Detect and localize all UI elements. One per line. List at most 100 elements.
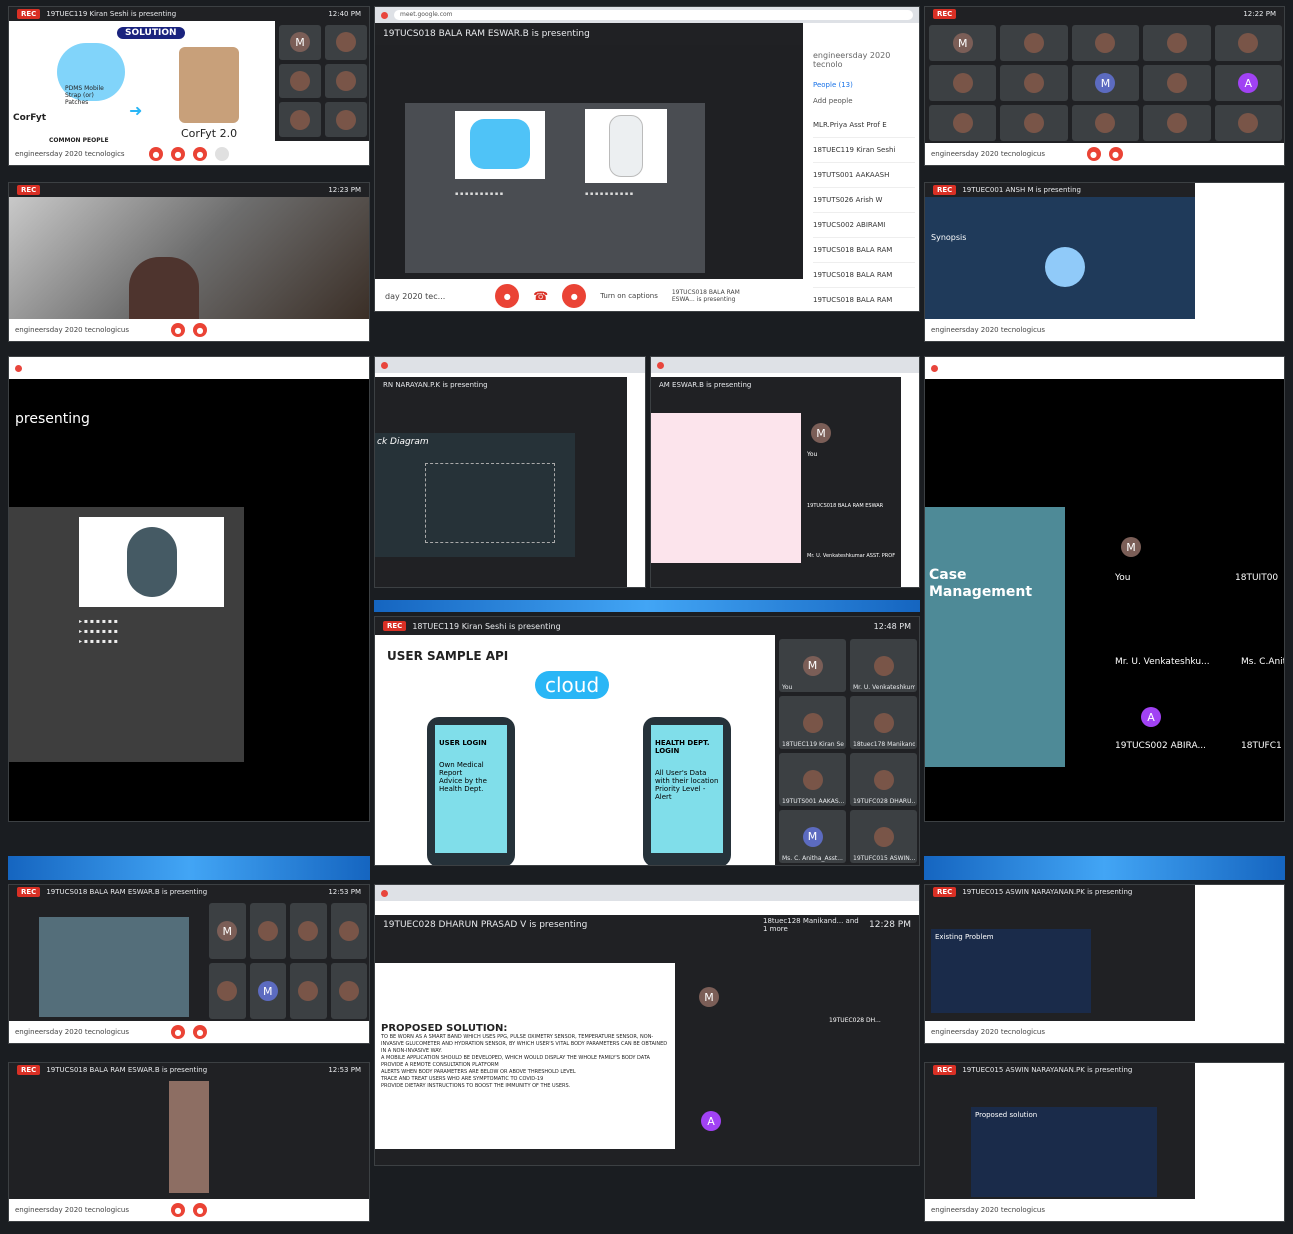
participant-tile[interactable] [209, 963, 246, 1019]
avatar [873, 712, 894, 733]
participant-name: 19TUFC015 ASWIN... [853, 855, 915, 862]
camera-off-button[interactable]: ● [193, 1203, 207, 1217]
people-row[interactable]: 19TUCS018 BALA RAM [813, 263, 915, 288]
participant-tile[interactable] [1000, 105, 1068, 141]
camera-off-button[interactable]: ● [193, 1025, 207, 1039]
meet-controls: engineersday 2020 tecnologics ● ● ● [9, 143, 369, 165]
avatar [1024, 33, 1045, 53]
participant-tile[interactable] [1214, 105, 1282, 141]
participant-tile[interactable] [279, 63, 321, 99]
camera-off-button[interactable]: ● [193, 147, 207, 161]
people-row[interactable]: 19TUTS026 Arish W [813, 188, 915, 213]
participant-tile[interactable]: 19TUFC015 ASWIN... [850, 810, 917, 863]
mic-off-button[interactable]: ● [171, 1025, 185, 1039]
participant-tile[interactable]: M [929, 25, 997, 61]
participant-tile[interactable] [1071, 25, 1140, 61]
meeting-name: engineersday 2020 tecnologicus [931, 326, 1046, 334]
avatar: M [290, 32, 310, 53]
url-bar[interactable]: meet.google.com [394, 10, 913, 20]
avatar: M [699, 987, 719, 1007]
camera-feed [9, 197, 369, 319]
participant-tile[interactable] [290, 963, 327, 1019]
participant-tile[interactable] [1214, 25, 1282, 61]
people-row[interactable]: 19TUCS002 ABIRAMI [813, 213, 915, 238]
participant-tile[interactable]: M [209, 903, 246, 959]
participant-tile[interactable]: 18tuec178 Manikand... [850, 696, 917, 749]
solution-line: PROVIDE A REMOTE CONSULTATION PLATFORM [381, 1062, 499, 1068]
mic-off-button[interactable]: ● [1086, 147, 1101, 161]
participant-tile[interactable] [929, 65, 997, 101]
user-item: Advice by the Health Dept. [439, 777, 487, 793]
presenting-button[interactable]: 19TUCS018 BALA RAM ESWA... is presenting [672, 289, 762, 303]
participant-tile[interactable] [1000, 65, 1068, 101]
participant-tile[interactable]: M Ms. C. Anitha_Asst... [779, 810, 846, 863]
participant-tile[interactable]: M [279, 25, 321, 60]
avatar: M [802, 826, 823, 847]
close-icon[interactable] [381, 889, 388, 897]
tile-kiran-solution: REC 19TUEC119 Kiran Seshi is presenting … [8, 6, 370, 166]
participant-tile[interactable] [249, 903, 286, 959]
camera-off-button[interactable]: ● [562, 284, 587, 308]
participant-name: 19TUCS018 BALA RAM ESWAR [807, 503, 884, 509]
close-icon[interactable] [931, 364, 938, 372]
participant-tile[interactable] [325, 102, 367, 137]
slide: Synopsis [925, 197, 1195, 321]
participant-tile[interactable] [330, 903, 367, 959]
people-tab[interactable]: People (13) [813, 81, 915, 89]
avatar: A [701, 1111, 721, 1131]
camera-off-button[interactable]: ● [1108, 147, 1123, 161]
hangup-button[interactable]: ● [171, 147, 185, 161]
captions-button[interactable]: Turn on captions [600, 292, 658, 300]
people-row[interactable]: 19TUTS001 AAKAASH [813, 163, 915, 188]
participant-tile[interactable] [325, 25, 367, 60]
participant-tile[interactable] [1143, 65, 1211, 101]
participant-tile[interactable] [330, 963, 367, 1019]
people-row[interactable]: MLR.Priya Asst Prof E [813, 113, 915, 138]
close-icon[interactable] [657, 361, 664, 369]
mic-off-button[interactable]: ● [171, 1203, 185, 1217]
more-button[interactable] [215, 147, 229, 161]
people-row[interactable]: 19TUCS018 BALA RAM [813, 288, 915, 311]
participant-tile[interactable]: M [1071, 65, 1140, 101]
slide: ▸ ▪ ▪ ▪ ▪ ▪ ▪ ▸ ▪ ▪ ▪ ▪ ▪ ▪ ▸ ▪ ▪ ▪ ▪ ▪ ▪ [9, 507, 244, 762]
close-icon[interactable] [15, 364, 22, 372]
tile-proposed-solution-dharun: 19TUEC028 DHARUN PRASAD V is presenting … [374, 884, 920, 1166]
participant-tile[interactable]: M [249, 963, 286, 1019]
hangup-button[interactable]: ☎ [533, 289, 548, 303]
avatar: M [811, 423, 831, 443]
mic-off-button[interactable]: ● [171, 323, 185, 337]
participant-tile[interactable]: 18TUEC119 Kiran Se... [779, 696, 846, 749]
participant-name: Ms. C. Anitha_Asst... [782, 855, 843, 862]
mic-off-button[interactable]: ● [149, 147, 163, 161]
participant-tile[interactable]: A [1214, 65, 1282, 101]
participant-name: 18TUIT00 [1235, 573, 1279, 583]
camera-off-button[interactable]: ● [193, 323, 207, 337]
participant-tile[interactable]: M You [779, 639, 846, 692]
browser-chrome [9, 357, 369, 379]
rec-badge: REC [17, 1065, 41, 1075]
participant-tile[interactable] [1143, 105, 1211, 141]
participant-tile[interactable] [929, 105, 997, 141]
participant-tile[interactable] [279, 102, 321, 137]
stage [9, 1077, 369, 1201]
people-row[interactable]: 19TUCS018 BALA RAM [813, 238, 915, 263]
participant-tile[interactable] [1071, 105, 1140, 141]
people-row[interactable]: 18TUEC119 Kiran Seshi [813, 138, 915, 163]
slide [39, 917, 189, 1017]
meet-top-bar: REC 19TUEC001 ANSH M is presenting [925, 183, 1195, 197]
participant-tile[interactable]: Mr. U. Venkateshkum... [850, 639, 917, 692]
participant-tile[interactable] [290, 903, 327, 959]
participant-tile[interactable] [1143, 25, 1211, 61]
close-icon[interactable] [381, 11, 388, 19]
health-item: Priority Level - Alert [655, 785, 706, 801]
participant-tile[interactable]: 19TUFC028 DHARU... [850, 753, 917, 806]
add-people-button[interactable]: Add people [813, 97, 915, 105]
tile-bala-ram-3: REC 19TUCS018 BALA RAM ESWAR.B is presen… [8, 1062, 370, 1222]
mic-off-button[interactable]: ● [495, 284, 520, 308]
presenter-label: presenting [15, 411, 90, 427]
participant-tile[interactable]: 19TUTS001 AAKAS... [779, 753, 846, 806]
participant-tile[interactable] [1000, 25, 1068, 61]
close-icon[interactable] [381, 361, 388, 369]
presenter-label: 18TUEC119 Kiran Seshi is presenting [412, 621, 561, 631]
participant-tile[interactable] [325, 63, 367, 99]
